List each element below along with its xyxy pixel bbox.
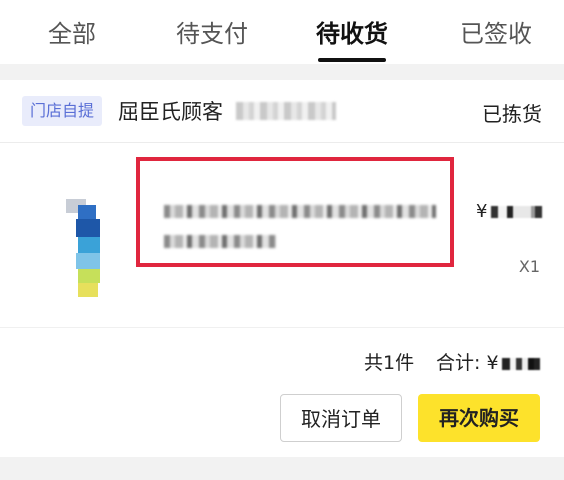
redacted-customer-name xyxy=(236,102,336,120)
tab-all[interactable]: 全部 xyxy=(48,14,96,49)
order-header: 门店自提 屈臣氏顾客 已拣货 xyxy=(0,80,564,143)
redacted-price xyxy=(491,206,544,218)
product-thumbnail xyxy=(66,199,102,299)
item-count: 共1件 xyxy=(364,352,415,374)
section-divider xyxy=(0,64,564,80)
redacted-product-title-line-2 xyxy=(164,235,276,248)
customer-label: 屈臣氏顾客 xyxy=(118,100,223,124)
product-description-highlight xyxy=(136,157,454,267)
tab-pending-receipt[interactable]: 待收货 xyxy=(316,14,388,49)
tab-received[interactable]: 已签收 xyxy=(460,14,532,49)
product-item[interactable]: ¥ X1 xyxy=(0,143,564,327)
order-total: 合计: ¥ xyxy=(436,348,540,375)
order-summary: 共1件 合计: ¥ 取消订单 再次购买 xyxy=(0,327,564,458)
product-price: ¥ xyxy=(476,201,544,222)
order-status: 已拣货 xyxy=(482,102,542,126)
redacted-total xyxy=(501,357,540,370)
tab-pending-payment[interactable]: 待支付 xyxy=(176,14,248,49)
total-label: 合计: ¥ xyxy=(436,352,499,374)
product-quantity: X1 xyxy=(518,257,540,276)
order-tab-bar: 全部 待支付 待收货 已签收 xyxy=(0,0,564,64)
section-divider-bottom xyxy=(0,457,564,480)
store-pickup-badge: 门店自提 xyxy=(22,96,103,126)
redacted-product-title-line-1 xyxy=(164,205,436,218)
buy-again-button[interactable]: 再次购买 xyxy=(418,394,540,442)
cancel-order-button[interactable]: 取消订单 xyxy=(280,394,402,442)
active-tab-indicator xyxy=(318,58,386,62)
price-currency: ¥ xyxy=(476,201,488,222)
